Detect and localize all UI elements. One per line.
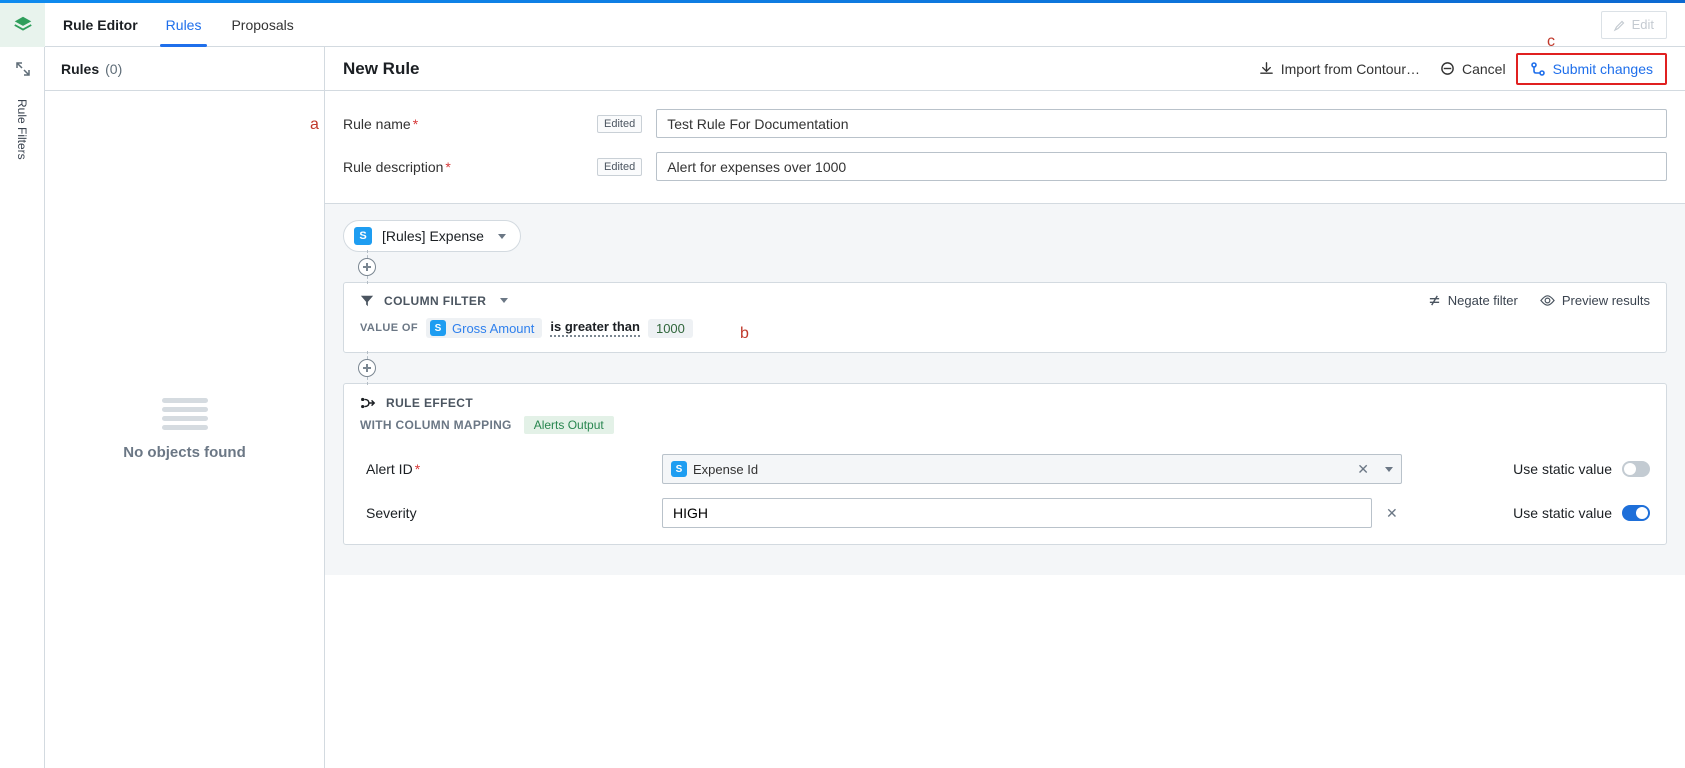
- app-logo[interactable]: [0, 3, 45, 47]
- rules-list-sidebar: Rules (0) No objects found: [45, 47, 325, 768]
- value-of-label: VALUE OF: [360, 322, 418, 334]
- main-panel: New Rule Import from Contour… Cancel Sub…: [325, 47, 1685, 768]
- chevron-down-icon: [498, 234, 506, 239]
- expand-rail-button[interactable]: [0, 47, 45, 91]
- severity-input[interactable]: [662, 498, 1372, 528]
- main-header: New Rule Import from Contour… Cancel Sub…: [325, 47, 1685, 91]
- column-mapping-value[interactable]: Alerts Output: [524, 416, 614, 434]
- add-step-connector: [365, 357, 1667, 379]
- git-merge-icon: [1530, 61, 1546, 77]
- import-button[interactable]: Import from Contour…: [1249, 56, 1430, 82]
- clear-icon[interactable]: ✕: [1382, 505, 1402, 522]
- column-filter-card: COLUMN FILTER Negate filter Preview resu…: [343, 282, 1667, 353]
- alert-id-static-toggle[interactable]: [1622, 461, 1650, 477]
- negate-filter-button[interactable]: Negate filter: [1428, 293, 1518, 308]
- alert-id-label: Alert ID*: [366, 461, 662, 477]
- source-object-selector[interactable]: S [Rules] Expense: [343, 220, 521, 252]
- page-title: New Rule: [343, 59, 420, 79]
- empty-list-icon: [162, 398, 208, 430]
- chevron-down-icon: [1385, 467, 1393, 472]
- callout-b: b: [740, 325, 749, 343]
- clear-icon[interactable]: ✕: [1353, 461, 1373, 478]
- severity-static-toggle[interactable]: [1622, 505, 1650, 521]
- edit-button: Edit: [1601, 11, 1667, 39]
- flow-icon: [360, 396, 376, 410]
- rule-config-area: S [Rules] Expense COLUMN FILTER Negate f…: [325, 203, 1685, 575]
- submit-changes-button[interactable]: Submit changes: [1516, 53, 1667, 85]
- callout-c: c: [1547, 33, 1555, 51]
- preview-results-button[interactable]: Preview results: [1540, 293, 1650, 308]
- cancel-button[interactable]: Cancel: [1430, 56, 1516, 82]
- callout-a: a: [310, 116, 319, 134]
- eye-icon: [1540, 293, 1555, 308]
- download-icon: [1259, 61, 1274, 76]
- use-static-value-label: Use static value: [1513, 505, 1612, 521]
- column-mapping-label: WITH COLUMN MAPPING: [360, 418, 512, 432]
- not-equal-icon: [1428, 294, 1441, 307]
- pencil-icon: [1614, 19, 1626, 31]
- tab-rules[interactable]: Rules: [158, 3, 210, 46]
- severity-label: Severity: [366, 505, 662, 521]
- left-rail: Rule Filters: [0, 3, 45, 768]
- rules-count: (0): [105, 61, 122, 77]
- alert-id-selector[interactable]: S Expense Id ✕: [662, 454, 1402, 484]
- rule-name-input[interactable]: [656, 109, 1667, 138]
- rule-name-label: Rule name*: [343, 116, 597, 132]
- expand-icon: [16, 62, 30, 76]
- column-type-icon: S: [671, 461, 687, 477]
- rail-section-rule-filters[interactable]: Rule Filters: [15, 91, 29, 160]
- rule-description-input[interactable]: [656, 152, 1667, 181]
- tab-proposals[interactable]: Proposals: [223, 3, 301, 46]
- filter-icon: [360, 294, 374, 308]
- rule-meta-form: Rule name* Edited Rule description* Edit…: [325, 91, 1685, 203]
- cancel-icon: [1440, 61, 1455, 76]
- column-filter-title: COLUMN FILTER: [384, 294, 486, 308]
- rule-description-label: Rule description*: [343, 159, 597, 175]
- rule-effect-card: RULE EFFECT WITH COLUMN MAPPING Alerts O…: [343, 383, 1667, 545]
- filter-column-chip[interactable]: S Gross Amount: [426, 318, 542, 338]
- source-object-label: [Rules] Expense: [382, 228, 484, 244]
- filter-value-chip[interactable]: 1000: [648, 319, 693, 338]
- rule-name-edited-badge: Edited: [597, 115, 642, 133]
- add-step-button[interactable]: [358, 359, 376, 377]
- chevron-down-icon[interactable]: [500, 298, 508, 303]
- header-bar: Rule Editor Rules Proposals Edit: [45, 3, 1685, 47]
- layers-icon: [12, 14, 34, 36]
- filter-operator[interactable]: is greater than: [550, 319, 640, 337]
- rule-effect-title: RULE EFFECT: [386, 396, 473, 410]
- rule-description-edited-badge: Edited: [597, 158, 642, 176]
- use-static-value-label: Use static value: [1513, 461, 1612, 477]
- rules-empty-state: No objects found: [45, 91, 324, 768]
- rules-list-heading: Rules (0): [45, 47, 324, 91]
- object-type-icon: S: [354, 227, 372, 245]
- column-type-icon: S: [430, 320, 446, 336]
- add-step-connector: [365, 256, 1667, 278]
- app-title: Rule Editor: [63, 17, 138, 33]
- add-step-button[interactable]: [358, 258, 376, 276]
